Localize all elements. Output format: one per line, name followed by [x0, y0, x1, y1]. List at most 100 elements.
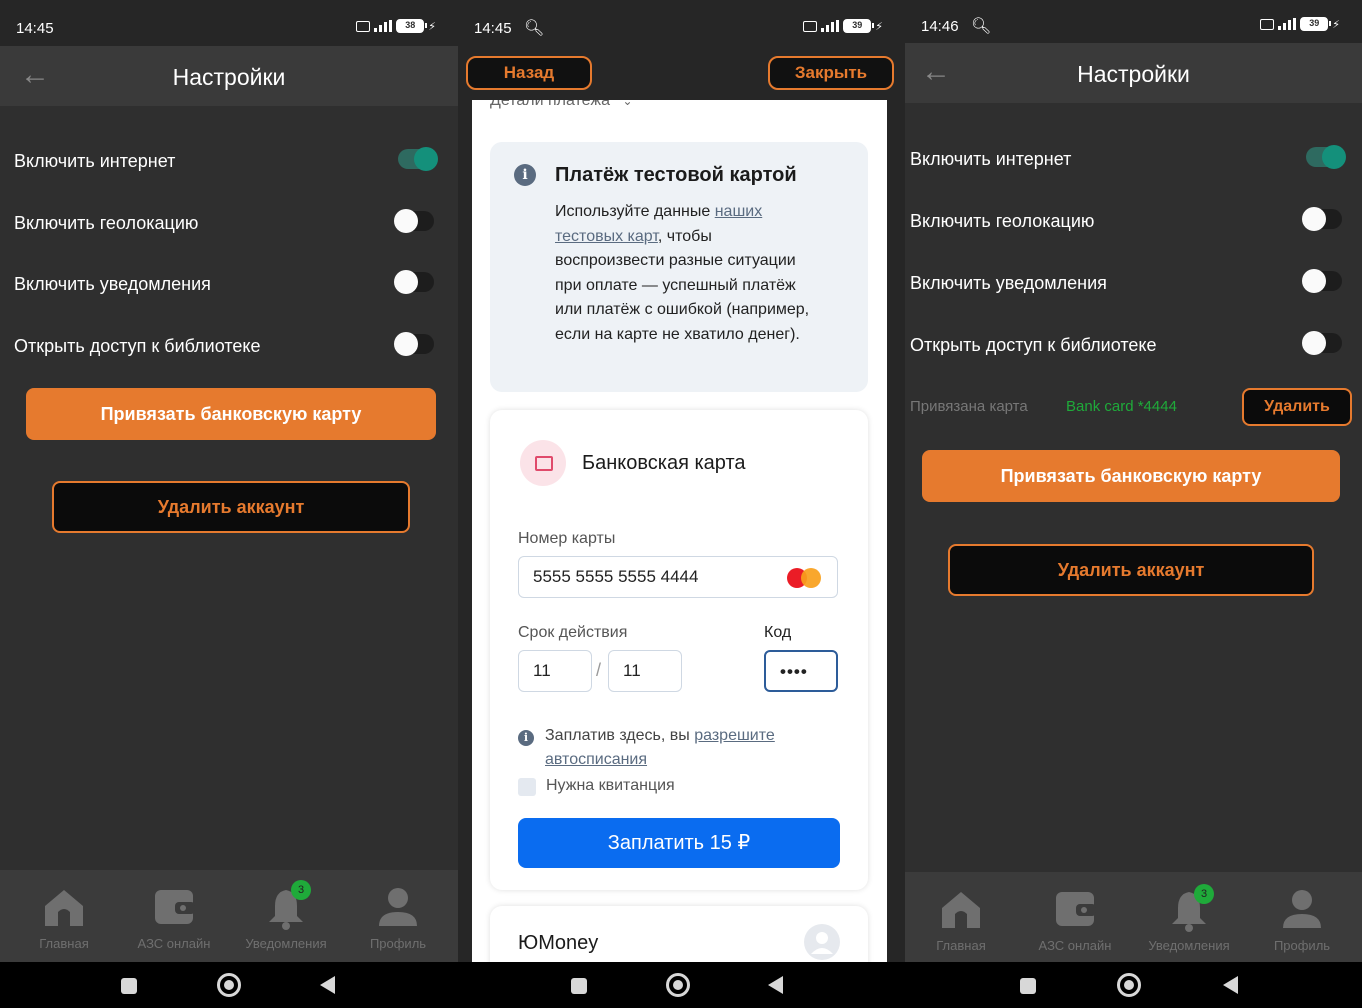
setting-label: Открыть доступ к библиотеке — [14, 336, 261, 356]
payment-webview: Детали платежа ⌄ i Платёж тестовой карто… — [472, 100, 887, 962]
status-time: 14:45 — [16, 20, 54, 37]
expiry-label: Срок действия — [518, 624, 628, 641]
nav-profile[interactable]: Профиль — [1252, 872, 1352, 968]
bind-card-button[interactable]: Привязать банковскую карту — [922, 450, 1340, 502]
nav-notifications[interactable]: 3 Уведомления — [1139, 872, 1239, 968]
geolocation-toggle[interactable] — [394, 209, 434, 233]
recents-icon[interactable] — [121, 978, 137, 994]
volte-icon — [1260, 18, 1275, 30]
setting-label: Включить интернет — [910, 149, 1072, 169]
home-circle-icon[interactable] — [217, 973, 241, 997]
internet-toggle[interactable] — [398, 147, 438, 171]
library-toggle[interactable] — [394, 332, 434, 356]
setting-internet[interactable]: Включить интернет — [910, 144, 1348, 174]
volte-icon — [803, 20, 818, 32]
profile-icon — [1283, 890, 1321, 928]
charging-icon: ⚡ — [428, 20, 436, 33]
bind-card-button[interactable]: Привязать банковскую карту — [26, 388, 436, 440]
profile-icon — [379, 888, 417, 926]
expiry-separator: / — [596, 660, 602, 680]
payment-screen: 14:45 🔍︎ 39 ⚡ Назад Закрыть Детали плате… — [458, 0, 905, 1008]
system-nav-bar — [0, 962, 458, 1008]
receipt-label: Нужна квитанция — [546, 777, 675, 794]
nav-gas-stations[interactable]: АЗС онлайн — [124, 870, 224, 966]
delete-account-button[interactable]: Удалить аккаунт — [948, 544, 1314, 596]
setting-notifications[interactable]: Включить уведомления — [910, 268, 1348, 298]
recents-icon[interactable] — [1020, 978, 1036, 994]
notification-badge: 3 — [1194, 884, 1214, 904]
bottom-nav: Главная АЗС онлайн 3 Уведомления Профиль — [0, 870, 458, 966]
status-bar: 14:45 🔍︎ 39 ⚡ — [458, 0, 905, 46]
nav-label: Профиль — [369, 936, 427, 951]
receipt-checkbox[interactable] — [518, 778, 536, 796]
bottom-nav: Главная АЗС онлайн 3 Уведомления Профиль — [905, 872, 1362, 968]
battery-icon: 39 — [1300, 17, 1332, 31]
setting-label: Открыть доступ к библиотеке — [910, 335, 1157, 355]
battery-icon: 38 — [396, 19, 428, 33]
app-bar: ← Настройки — [0, 46, 458, 106]
info-icon: i — [518, 730, 534, 746]
yoomoney-method[interactable]: ЮMoney — [490, 906, 868, 962]
status-icons: 38 ⚡ — [356, 19, 436, 33]
system-nav-bar — [905, 962, 1362, 1008]
setting-label: Включить уведомления — [14, 274, 211, 294]
back-triangle-icon[interactable] — [1223, 976, 1238, 994]
signal-icon — [374, 20, 393, 32]
setting-internet[interactable]: Включить интернет — [14, 146, 440, 176]
payment-details-toggle[interactable]: Детали платежа ⌄ — [490, 100, 633, 110]
home-circle-icon[interactable] — [666, 973, 690, 997]
home-icon — [942, 892, 980, 928]
page-title: Настройки — [1077, 61, 1190, 87]
status-icons: 39 ⚡ — [803, 19, 883, 33]
credit-card-icon — [520, 440, 566, 486]
autopay-notice: Заплатив здесь, вы разрешите автосписани… — [545, 724, 825, 772]
library-toggle[interactable] — [1302, 331, 1342, 355]
recents-icon[interactable] — [571, 978, 587, 994]
nav-home[interactable]: Главная — [911, 872, 1011, 968]
setting-geolocation[interactable]: Включить геолокацию — [14, 208, 440, 238]
system-nav-bar — [458, 962, 905, 1008]
code-label: Код — [764, 624, 792, 641]
card-number-value: 5555 5555 5555 4444 — [533, 567, 699, 586]
setting-label: Включить интернет — [14, 151, 176, 171]
yoomoney-label: ЮMoney — [518, 932, 599, 954]
geolocation-toggle[interactable] — [1302, 207, 1342, 231]
test-card-info: i Платёж тестовой картой Используйте дан… — [490, 142, 868, 392]
chevron-down-icon: ⌄ — [622, 100, 633, 108]
notifications-toggle[interactable] — [394, 270, 434, 294]
notifications-toggle[interactable] — [1302, 269, 1342, 293]
back-triangle-icon[interactable] — [320, 976, 335, 994]
nav-label: Уведомления — [245, 936, 327, 951]
home-icon — [45, 890, 83, 926]
code-input[interactable]: •••• — [764, 650, 838, 692]
status-time: 14:46 — [921, 18, 959, 35]
linked-card-label: Привязана карта — [910, 398, 1028, 415]
remove-card-button[interactable]: Удалить — [1242, 388, 1352, 426]
delete-account-button[interactable]: Удалить аккаунт — [52, 481, 410, 533]
signal-icon — [821, 20, 840, 32]
nav-gas-stations[interactable]: АЗС онлайн — [1025, 872, 1125, 968]
expiry-month-input[interactable]: 11 — [518, 650, 592, 692]
back-button[interactable]: Назад — [466, 56, 592, 90]
internet-toggle[interactable] — [1306, 145, 1346, 169]
pay-button[interactable]: Заплатить 15 ₽ — [518, 818, 840, 868]
expiry-year-input[interactable]: 11 — [608, 650, 682, 692]
home-circle-icon[interactable] — [1117, 973, 1141, 997]
card-number-input[interactable]: 5555 5555 5555 4444 — [518, 556, 838, 598]
setting-library[interactable]: Открыть доступ к библиотеке — [910, 330, 1348, 360]
back-triangle-icon[interactable] — [768, 976, 783, 994]
setting-notifications[interactable]: Включить уведомления — [14, 269, 440, 299]
charging-icon: ⚡ — [1332, 18, 1340, 31]
charging-icon: ⚡ — [875, 20, 883, 33]
setting-geolocation[interactable]: Включить геолокацию — [910, 206, 1348, 236]
nav-notifications[interactable]: 3 Уведомления — [236, 870, 336, 966]
close-button[interactable]: Закрыть — [768, 56, 894, 90]
setting-library[interactable]: Открыть доступ к библиотеке — [14, 331, 440, 361]
search-icon: 🔍︎ — [524, 20, 545, 37]
notification-badge: 3 — [291, 880, 311, 900]
autopay-text: Заплатив здесь, вы — [545, 727, 695, 744]
nav-home[interactable]: Главная — [14, 870, 114, 966]
battery-icon: 39 — [843, 19, 875, 33]
nav-label: АЗС онлайн — [1038, 938, 1112, 953]
nav-profile[interactable]: Профиль — [348, 870, 448, 966]
